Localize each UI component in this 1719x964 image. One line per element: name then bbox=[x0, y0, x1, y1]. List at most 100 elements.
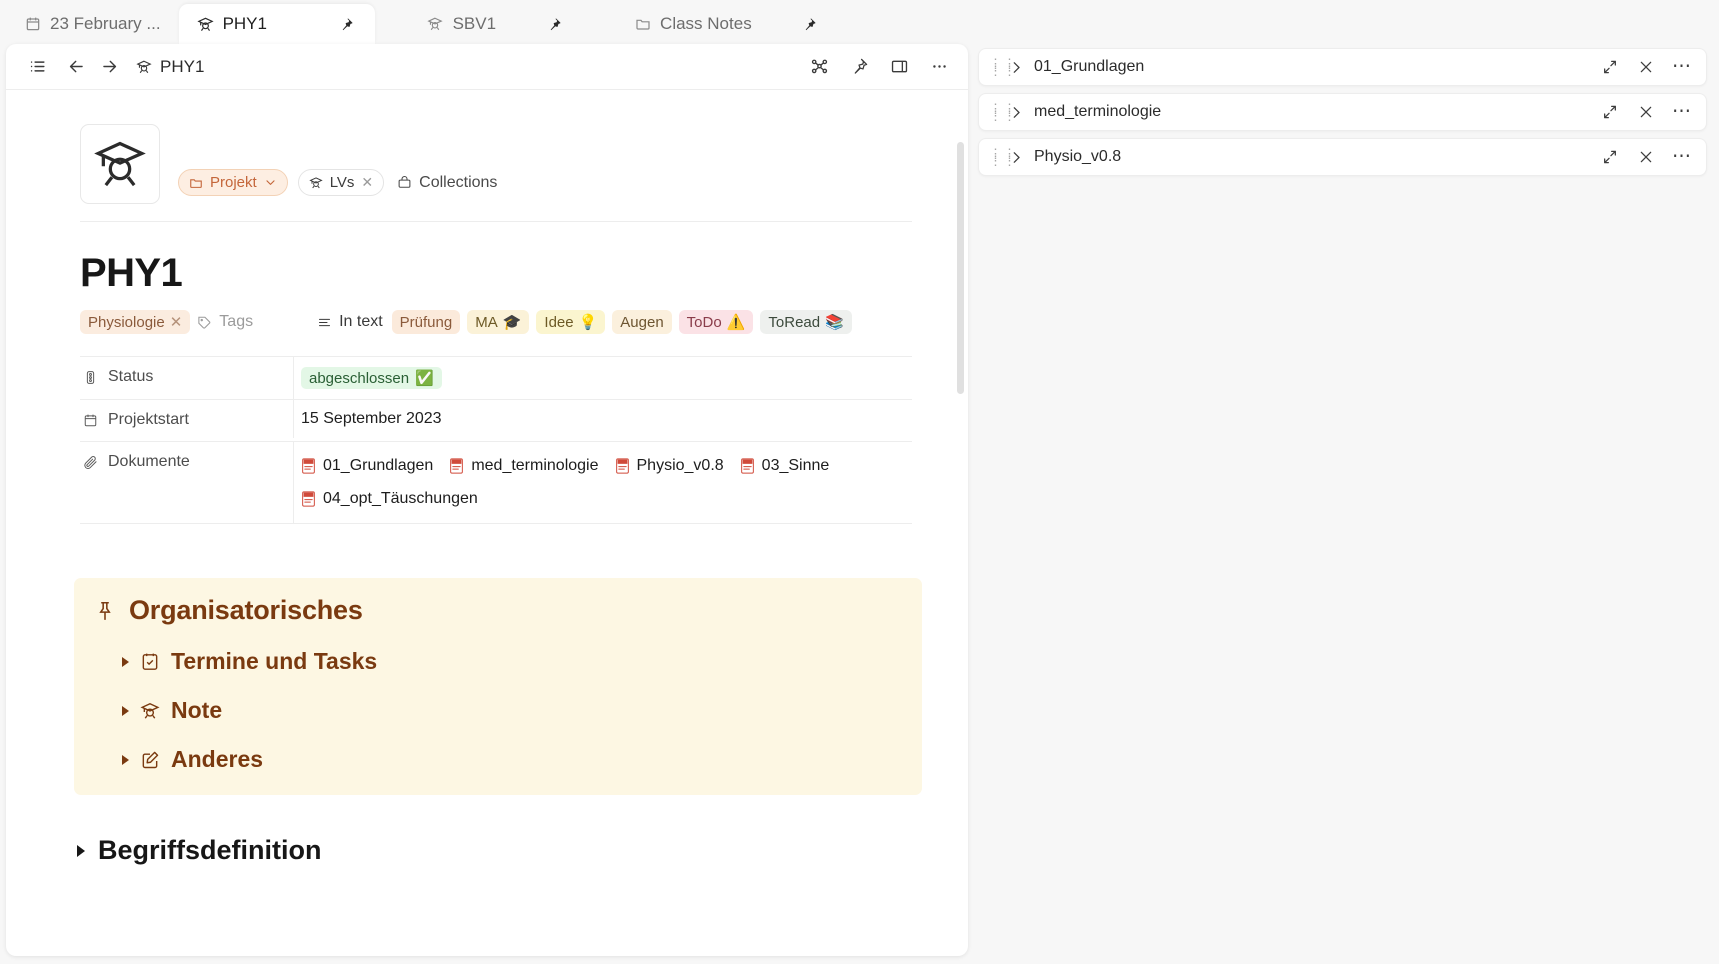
tab-sbv1[interactable]: SBV1 bbox=[409, 4, 582, 44]
property-key-label: Status bbox=[108, 368, 154, 385]
drag-handle-icon[interactable]: ⋮⋮ ⋮⋮ bbox=[989, 102, 1016, 122]
triangle-right-icon[interactable] bbox=[122, 656, 129, 667]
tag-row: Physiologie ✕ Tags In text Prüfung MA 🎓 … bbox=[80, 310, 912, 334]
pdf-icon bbox=[449, 458, 464, 474]
close-icon[interactable] bbox=[1636, 147, 1656, 167]
triangle-right-icon[interactable] bbox=[77, 844, 85, 857]
property-value[interactable]: abgeschlossen ✅ bbox=[293, 357, 912, 399]
vertical-scrollbar[interactable] bbox=[957, 142, 964, 394]
list-item[interactable]: ⋮⋮ ⋮⋮ 01_Grundlagen ⋯ bbox=[978, 48, 1707, 86]
callout-item-anderes[interactable]: Anderes bbox=[122, 746, 902, 773]
callout-title: Organisatorisches bbox=[94, 595, 902, 626]
breadcrumb-label: PHY1 bbox=[160, 56, 205, 76]
property-key[interactable]: Projektstart bbox=[80, 400, 293, 440]
property-value[interactable]: 15 September 2023 bbox=[293, 400, 912, 438]
split-pane-icon[interactable] bbox=[884, 52, 914, 82]
note-toolbar: PHY1 bbox=[6, 44, 968, 90]
list-item[interactable]: ⋮⋮ ⋮⋮ med_terminologie ⋯ bbox=[978, 93, 1707, 131]
list-item[interactable]: 01_Grundlagen bbox=[301, 452, 433, 480]
close-icon[interactable] bbox=[1636, 102, 1656, 122]
list-item[interactable]: 04_opt_Täuschungen bbox=[301, 485, 912, 513]
list-item[interactable]: 03_Sinne bbox=[740, 452, 829, 480]
status-badge-label: abgeschlossen bbox=[309, 369, 410, 387]
chip-projekt[interactable]: Projekt bbox=[178, 169, 288, 196]
status-icon bbox=[83, 370, 98, 385]
note-banner-icon[interactable] bbox=[80, 124, 160, 204]
collections-icon bbox=[397, 175, 412, 190]
tag-label: ToDo bbox=[686, 313, 722, 331]
lines-icon bbox=[317, 315, 332, 330]
folder-icon bbox=[189, 176, 203, 190]
more-horizontal-icon[interactable]: ⋯ bbox=[1672, 147, 1692, 167]
chevron-right-icon[interactable] bbox=[1003, 105, 1029, 120]
close-icon[interactable] bbox=[1636, 57, 1656, 77]
close-icon[interactable]: ✕ bbox=[170, 313, 183, 331]
tag-augen[interactable]: Augen bbox=[612, 310, 672, 334]
more-horizontal-icon[interactable]: ⋯ bbox=[1672, 57, 1692, 77]
tab-23-february[interactable]: 23 February ... bbox=[6, 4, 179, 44]
callout-item-termine[interactable]: Termine und Tasks bbox=[122, 648, 902, 675]
list-item[interactable]: ⋮⋮ ⋮⋮ Physio_v0.8 ⋯ bbox=[978, 138, 1707, 176]
section-begriffsdefinition[interactable]: Begriffsdefinition bbox=[77, 835, 912, 866]
graduation-cap-icon bbox=[140, 701, 160, 721]
tag-emoji: ⚠️ bbox=[726, 314, 746, 331]
expand-diagonal-icon[interactable] bbox=[1600, 57, 1620, 77]
tag-idee[interactable]: Idee 💡 bbox=[536, 310, 606, 334]
row-actions: ⋯ bbox=[1600, 57, 1692, 77]
callout-item-note[interactable]: Note bbox=[122, 697, 902, 724]
property-key[interactable]: Status bbox=[80, 357, 293, 397]
tag-toread[interactable]: ToRead 📚 bbox=[760, 310, 852, 334]
note-chips: Projekt LVs ✕ Collections bbox=[178, 169, 508, 196]
property-key[interactable]: Dokumente bbox=[80, 442, 293, 482]
page-title[interactable]: PHY1 bbox=[80, 253, 912, 293]
property-key-label: Projektstart bbox=[108, 411, 189, 428]
chevron-right-icon[interactable] bbox=[1003, 60, 1029, 75]
property-row-projektstart: Projektstart 15 September 2023 bbox=[80, 400, 912, 442]
tag-pruefung[interactable]: Prüfung bbox=[391, 310, 461, 334]
chip-label: LVs bbox=[329, 174, 355, 191]
tag-label: MA bbox=[475, 313, 498, 331]
pin-icon[interactable] bbox=[800, 14, 820, 34]
tab-label: PHY1 bbox=[222, 14, 267, 33]
arrow-left-icon[interactable] bbox=[61, 52, 91, 82]
triangle-right-icon[interactable] bbox=[122, 754, 129, 765]
chip-lvs[interactable]: LVs ✕ bbox=[297, 169, 385, 196]
graduation-cap-icon bbox=[309, 176, 323, 190]
expand-diagonal-icon[interactable] bbox=[1600, 102, 1620, 122]
properties-table: Status abgeschlossen ✅ Projektstart 15 S… bbox=[80, 356, 912, 524]
graph-view-icon[interactable] bbox=[804, 52, 834, 82]
list-item-label: 01_Grundlagen bbox=[1034, 58, 1145, 75]
pin-icon[interactable] bbox=[337, 14, 357, 34]
more-horizontal-icon[interactable]: ⋯ bbox=[1672, 102, 1692, 122]
pin-icon[interactable] bbox=[844, 52, 874, 82]
drag-handle-icon[interactable]: ⋮⋮ ⋮⋮ bbox=[989, 147, 1016, 167]
chevron-down-icon[interactable] bbox=[264, 176, 277, 189]
chevron-right-icon[interactable] bbox=[1003, 150, 1029, 165]
arrow-right-icon[interactable] bbox=[94, 52, 124, 82]
tab-phy1[interactable]: PHY1 bbox=[178, 4, 375, 44]
tab-class-notes[interactable]: Class Notes bbox=[616, 4, 838, 44]
tags-add-button[interactable]: Tags bbox=[197, 313, 253, 331]
property-value: 01_Grundlagen med_terminologie Physio_v0… bbox=[293, 442, 912, 523]
tab-bar: 23 February ... PHY1 SBV1 Class Notes bbox=[0, 0, 1719, 44]
tag-physiologie[interactable]: Physiologie ✕ bbox=[80, 310, 191, 334]
list-menu-icon[interactable] bbox=[22, 52, 52, 82]
list-item[interactable]: med_terminologie bbox=[449, 452, 599, 480]
drag-handle-icon[interactable]: ⋮⋮ ⋮⋮ bbox=[989, 57, 1016, 77]
document-label: 01_Grundlagen bbox=[323, 457, 434, 474]
chip-collections[interactable]: Collections bbox=[394, 169, 508, 196]
calendar-icon bbox=[83, 413, 98, 428]
status-badge[interactable]: abgeschlossen ✅ bbox=[301, 367, 442, 389]
expand-diagonal-icon[interactable] bbox=[1600, 147, 1620, 167]
triangle-right-icon[interactable] bbox=[122, 705, 129, 716]
tag-todo[interactable]: ToDo ⚠️ bbox=[678, 310, 754, 334]
tag-ma[interactable]: MA 🎓 bbox=[467, 310, 530, 334]
pin-icon[interactable] bbox=[544, 14, 564, 34]
breadcrumb[interactable]: PHY1 bbox=[136, 57, 204, 77]
document-label: Physio_v0.8 bbox=[636, 457, 724, 474]
list-item[interactable]: Physio_v0.8 bbox=[615, 452, 724, 480]
status-badge-emoji: ✅ bbox=[415, 370, 434, 387]
more-horizontal-icon[interactable] bbox=[924, 52, 954, 82]
app-shell: PHY1 Projekt LVs ✕ Collections PHY1 Phys… bbox=[0, 44, 1719, 964]
close-icon[interactable]: ✕ bbox=[361, 174, 373, 191]
